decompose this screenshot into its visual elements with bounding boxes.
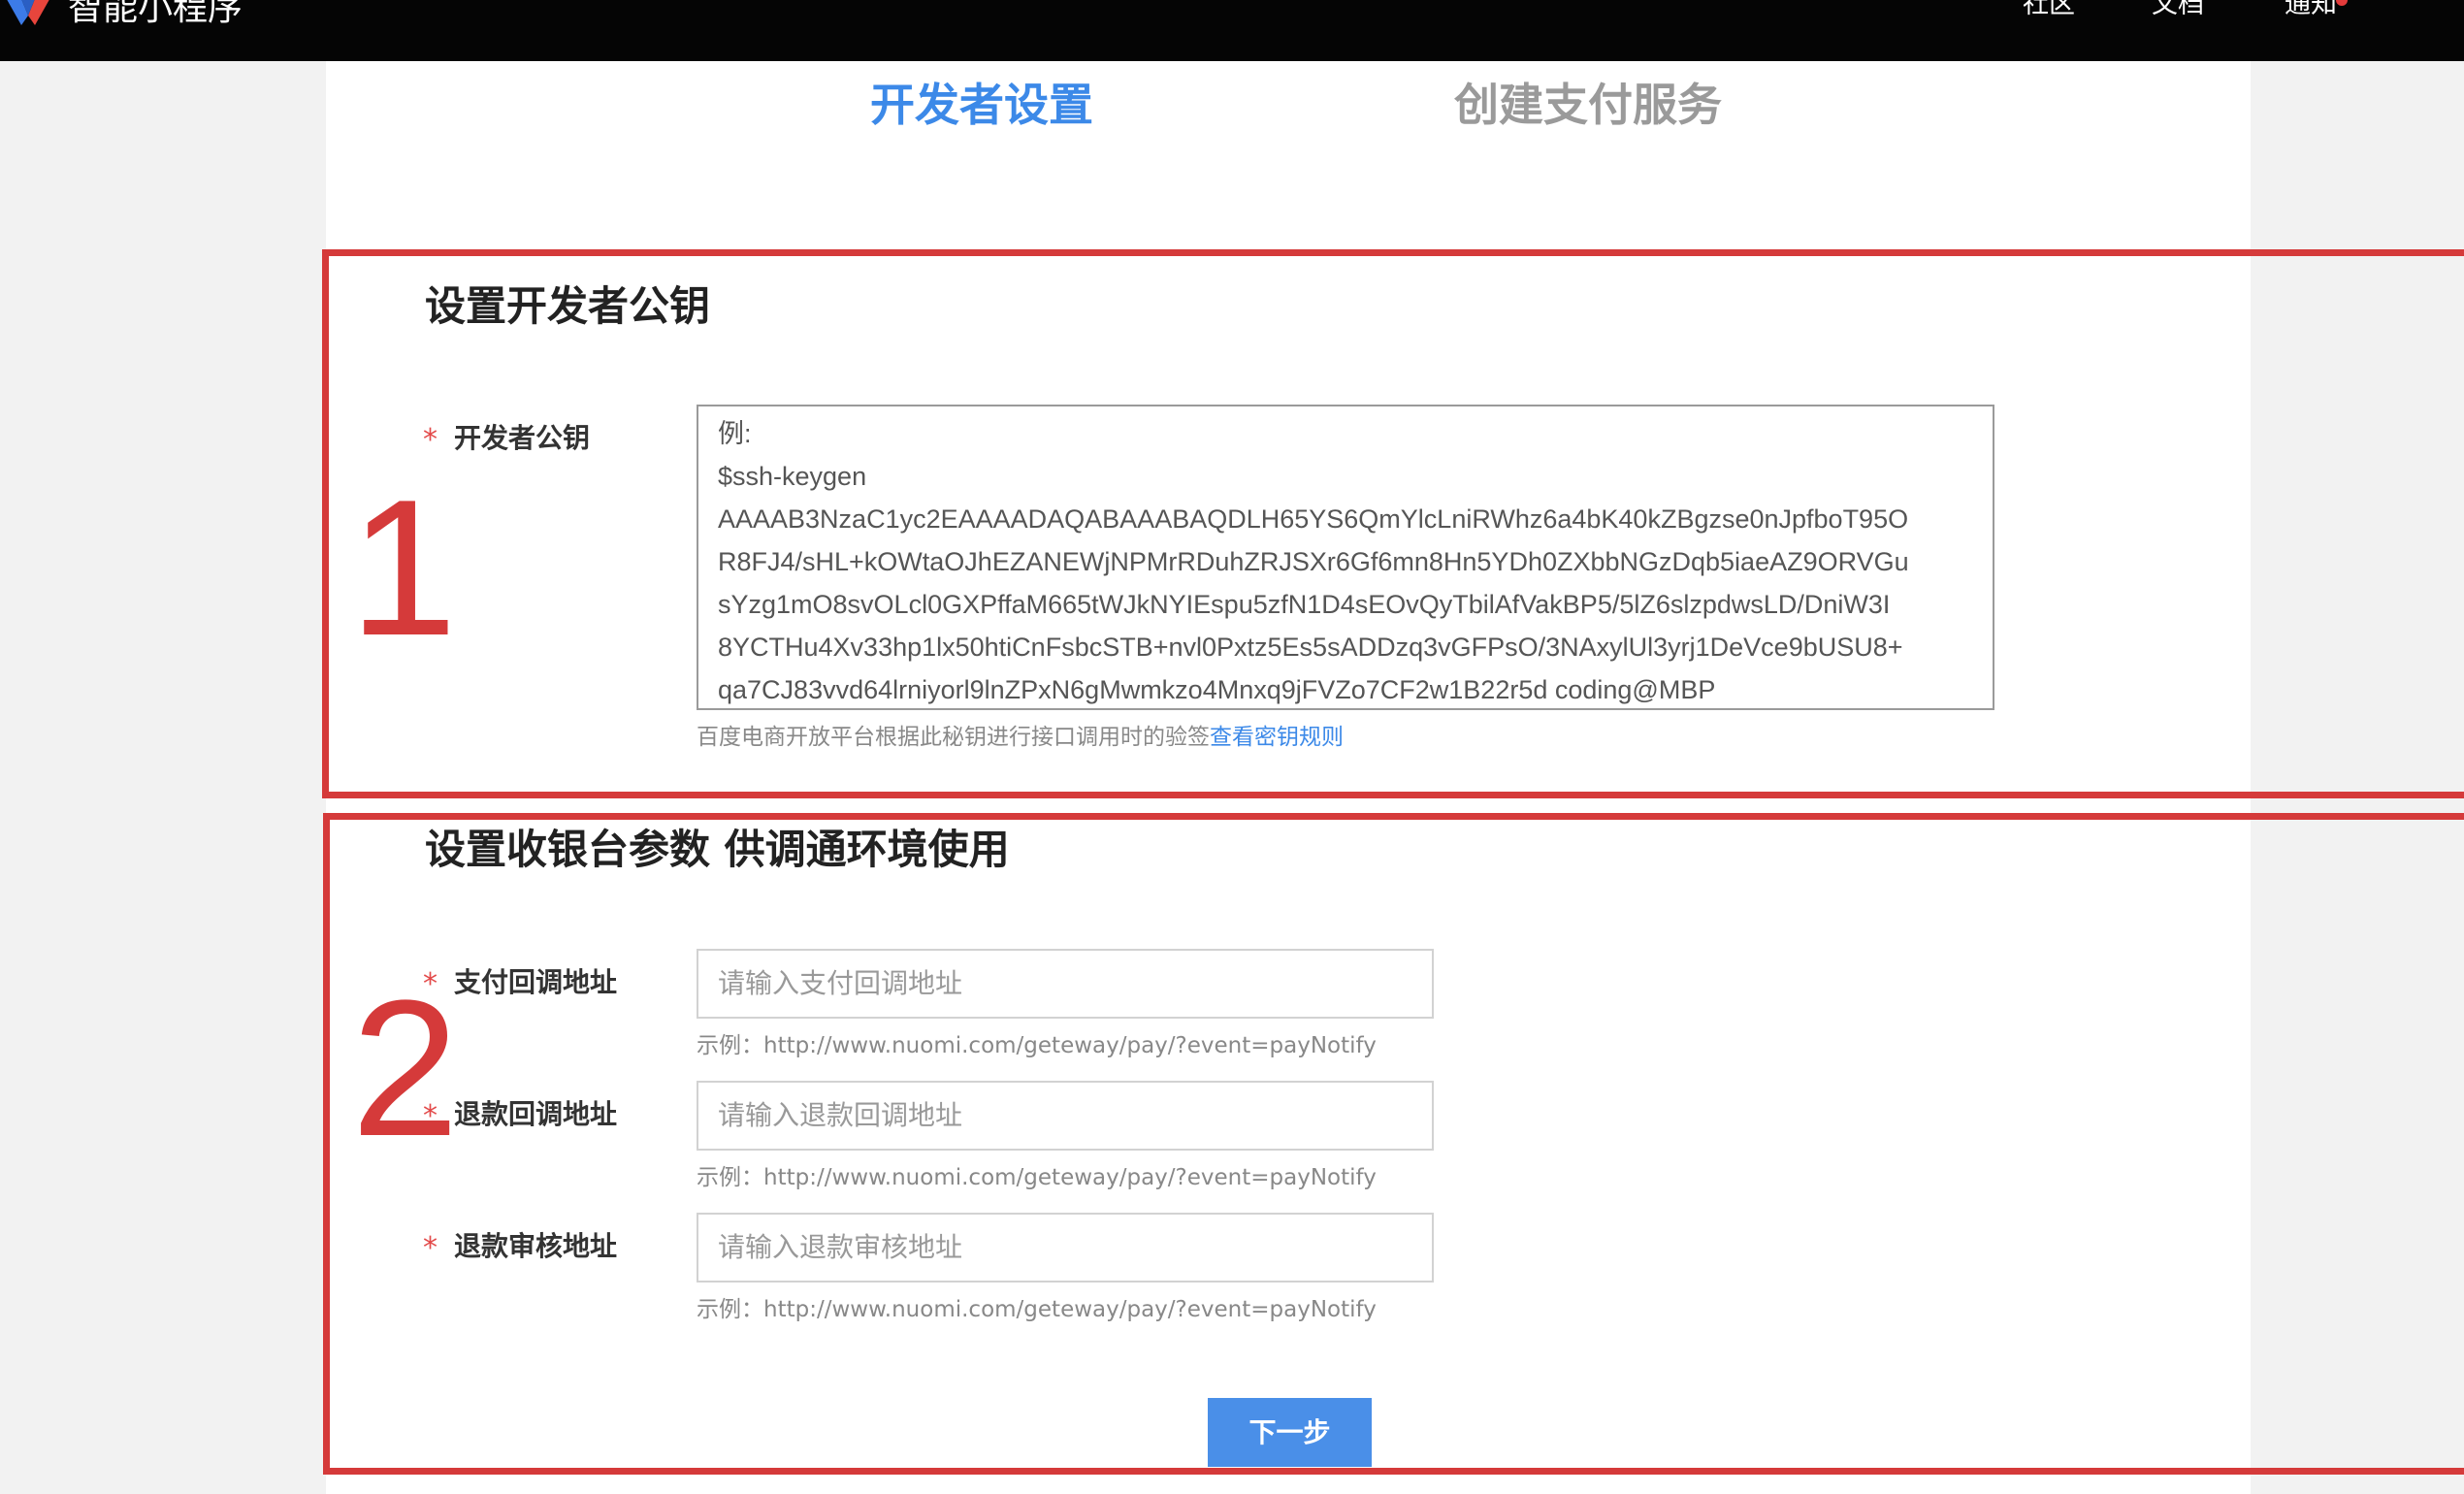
annotation-box-1 [322,249,2464,798]
annotation-number-1: 1 [349,460,458,676]
step-developer-settings[interactable]: 开发者设置 [870,78,1093,132]
step-create-payment-service[interactable]: 创建支付服务 [1454,78,1722,132]
top-navigation-bar: 智能小程序 社区 文档 通知 [0,0,2464,61]
nav-community-link[interactable]: 社区 [2023,0,2075,21]
annotation-box-2 [323,813,2464,1475]
nav-notifications-link[interactable]: 通知 [2285,0,2337,21]
annotation-number-2: 2 [351,960,460,1177]
logo-icon[interactable] [0,0,56,31]
brand-name[interactable]: 智能小程序 [68,0,243,30]
nav-docs-link[interactable]: 文档 [2152,0,2204,21]
notification-badge [2336,0,2348,6]
